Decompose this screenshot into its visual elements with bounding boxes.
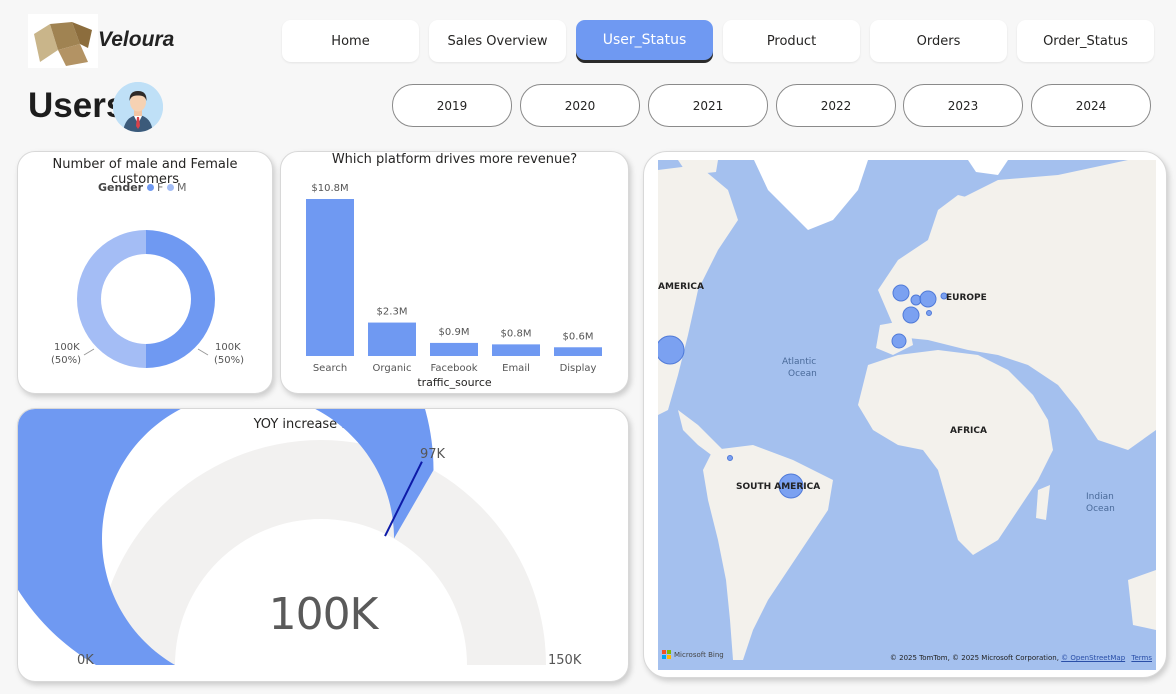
donut-slice-m[interactable] [77, 230, 146, 368]
bar-category-label: Email [502, 363, 530, 374]
bar-data-label: $10.8M [311, 183, 348, 194]
bar-search[interactable] [306, 199, 354, 356]
bar-category-label: Search [313, 363, 347, 374]
terms-link[interactable]: Terms [1131, 654, 1152, 662]
osm-link[interactable]: © OpenStreetMap [1061, 654, 1125, 662]
bar-category-label: Facebook [431, 363, 478, 374]
bar-data-label: $0.9M [439, 327, 470, 338]
map-label-europe: EUROPE [946, 293, 987, 303]
page-title: Users [28, 86, 126, 125]
donut-label-left-pct: (50%) [51, 355, 82, 366]
bar-display[interactable] [554, 347, 602, 356]
tab-sales-overview[interactable]: Sales Overview [429, 20, 566, 62]
attribution-text: © 2025 TomTom, © 2025 Microsoft Corporat… [889, 654, 1059, 662]
year-2023-button[interactable]: 2023 [903, 84, 1023, 127]
user-avatar-icon [113, 82, 163, 132]
donut-label-right-value: 100K [215, 342, 241, 353]
map-card: AMERICA EUROPE Atlantic Ocean AFRICA SOU… [643, 151, 1167, 678]
gauge-max-label: 150K [548, 653, 582, 668]
map-label-indian-2: Ocean [1086, 504, 1115, 514]
bar-email[interactable] [492, 344, 540, 356]
bar-data-label: $2.3M [377, 307, 408, 318]
tab-order-status[interactable]: Order_Status [1017, 20, 1154, 62]
map-label-africa: AFRICA [950, 426, 987, 436]
year-2021-button[interactable]: 2021 [648, 84, 768, 127]
bar-facebook[interactable] [430, 342, 478, 356]
brand-logo: Veloura [28, 14, 178, 68]
microsoft-logo-icon [662, 650, 671, 659]
gender-card: Number of male and Female customers Gend… [17, 151, 273, 394]
bing-label: Microsoft Bing [674, 650, 724, 659]
tab-home[interactable]: Home [282, 20, 419, 62]
year-2020-button[interactable]: 2020 [520, 84, 640, 127]
brand-name: Veloura [98, 28, 175, 51]
bar-data-label: $0.8M [501, 328, 532, 339]
gauge-value: 100K [268, 589, 379, 640]
world-map[interactable]: AMERICA EUROPE Atlantic Ocean AFRICA SOU… [658, 160, 1156, 670]
bar-organic[interactable] [368, 322, 416, 356]
map-label-america: AMERICA [658, 282, 704, 292]
map-label-atlantic-2: Ocean [788, 369, 817, 379]
year-2024-button[interactable]: 2024 [1031, 84, 1151, 127]
donut-slice-f[interactable] [146, 230, 215, 368]
bar-data-label: $0.6M [563, 331, 594, 342]
gauge-target-label: 97K [420, 447, 446, 462]
bar-category-label: Display [560, 363, 597, 374]
yoy-card: YOY increase in users 0K 150K 97K 100K [17, 408, 629, 682]
tab-orders[interactable]: Orders [870, 20, 1007, 62]
tab-user-status[interactable]: User_Status [576, 20, 713, 60]
bar-category-label: Organic [373, 363, 412, 374]
donut-label-left-value: 100K [54, 342, 80, 353]
yoy-gauge [18, 409, 546, 665]
logo-mark [28, 14, 98, 68]
donut-label-right-pct: (50%) [214, 355, 245, 366]
year-2022-button[interactable]: 2022 [776, 84, 896, 127]
revenue-bar-chart: $10.8M Search $2.3M Organic $0.9M Facebook $0.… [306, 183, 602, 374]
tab-product[interactable]: Product [723, 20, 860, 62]
map-label-south-america: SOUTH AMERICA [736, 482, 821, 492]
year-2019-button[interactable]: 2019 [392, 84, 512, 127]
bar-xlabel: traffic_source [417, 376, 492, 389]
platform-card: Which platform drives more revenue? $10.… [280, 151, 629, 394]
map-attribution: © 2025 TomTom, © 2025 Microsoft Corporat… [890, 654, 1152, 662]
bing-logo: Microsoft Bing [662, 650, 724, 659]
map-label-indian-1: Indian [1086, 492, 1114, 502]
gauge-min-label: 0K [77, 653, 94, 668]
map-label-atlantic-1: Atlantic [782, 357, 817, 367]
